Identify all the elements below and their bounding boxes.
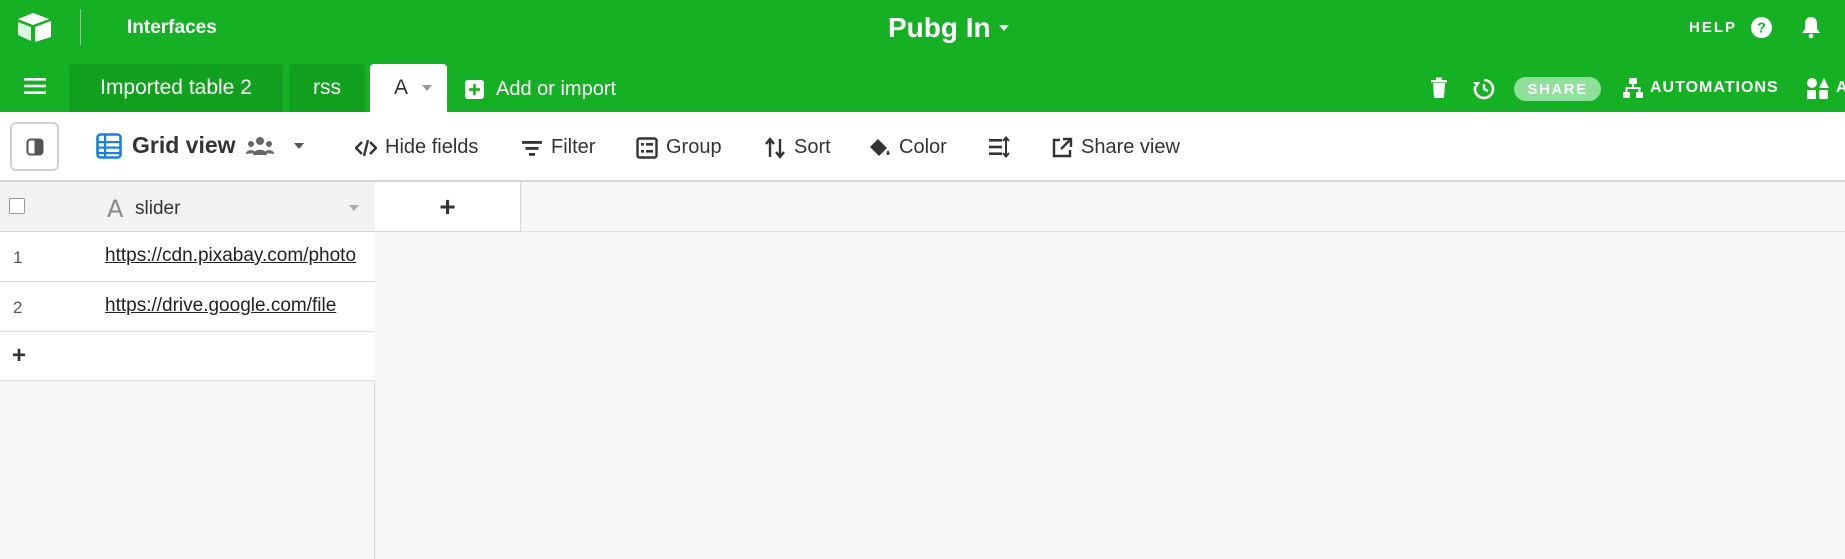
row-height-button[interactable] <box>988 136 1010 158</box>
filter-icon <box>522 140 542 156</box>
hamburger-menu-icon[interactable] <box>24 77 46 95</box>
select-all-checkbox[interactable] <box>9 198 25 214</box>
question-icon[interactable]: ? <box>1750 16 1773 39</box>
view-switcher[interactable]: Grid view <box>96 132 304 159</box>
share-view-icon <box>1052 137 1073 157</box>
automations-icon <box>1623 78 1643 98</box>
text-field-type-icon: A <box>107 195 124 223</box>
color-label: Color <box>899 136 947 158</box>
row-number: 1 <box>13 248 23 267</box>
sidebar-toggle-icon <box>26 138 43 155</box>
filter-button[interactable]: Filter <box>521 136 595 159</box>
add-field-plus: + <box>439 190 456 222</box>
cell-url-link[interactable]: https://drive.google.com/file <box>105 295 367 317</box>
plus-square-icon <box>465 80 484 99</box>
tab-label: A <box>394 76 409 99</box>
cell-url-link[interactable]: https://cdn.pixabay.com/photo <box>105 245 367 267</box>
tab-label: Imported table 2 <box>100 76 252 99</box>
add-row-button[interactable]: + <box>0 332 375 381</box>
apps-icon <box>1807 78 1829 99</box>
color-button[interactable]: Color <box>869 136 947 159</box>
group-label: Group <box>666 136 722 158</box>
collaborative-view-icon <box>245 136 274 155</box>
grid-header-empty <box>521 182 1845 232</box>
sort-label: Sort <box>794 136 831 158</box>
filter-label: Filter <box>551 136 596 158</box>
apps-button[interactable]: A <box>1806 77 1845 99</box>
base-title[interactable]: Pubg In <box>888 12 1009 44</box>
trash-icon[interactable] <box>1430 77 1448 99</box>
interfaces-link[interactable]: Interfaces <box>127 17 217 39</box>
sidebar-toggle-button[interactable] <box>10 122 59 171</box>
share-view-label: Share view <box>1081 136 1180 158</box>
chevron-down-icon <box>998 25 1009 31</box>
table-row[interactable]: 2 https://drive.google.com/file <box>0 282 375 332</box>
share-label: SHARE <box>1527 80 1588 98</box>
add-or-import-label: Add or import <box>496 78 617 100</box>
view-toolbar: Grid view Hide fields Filter Group Sort … <box>0 112 1845 182</box>
share-button[interactable]: SHARE <box>1514 77 1601 101</box>
row-number: 2 <box>13 298 23 317</box>
automations-label: AUTOMATIONS <box>1650 79 1779 96</box>
apps-label: A <box>1836 79 1845 96</box>
share-view-button[interactable]: Share view <box>1051 136 1180 159</box>
chevron-down-icon <box>293 142 304 149</box>
header-divider <box>80 9 81 45</box>
row-height-icon <box>989 136 1010 158</box>
tab-rss[interactable]: rss <box>289 64 365 112</box>
grid-view-icon <box>96 132 122 159</box>
add-row-plus: + <box>12 342 27 369</box>
bell-icon[interactable] <box>1799 15 1823 39</box>
hide-fields-button[interactable]: Hide fields <box>355 136 478 159</box>
top-header: Interfaces Pubg In HELP ? <box>0 0 1845 56</box>
group-button[interactable]: Group <box>636 136 722 159</box>
hide-fields-label: Hide fields <box>385 136 479 158</box>
hide-fields-icon <box>355 139 377 156</box>
add-field-button[interactable]: + <box>375 182 521 232</box>
automations-button[interactable]: AUTOMATIONS <box>1622 77 1779 99</box>
base-title-text: Pubg In <box>888 12 991 43</box>
grid-header-row: A slider <box>0 182 375 232</box>
sort-button[interactable]: Sort <box>764 136 831 159</box>
help-link[interactable]: HELP <box>1689 19 1737 36</box>
chevron-down-icon[interactable] <box>422 85 433 91</box>
group-icon <box>636 136 658 159</box>
tab-label: rss <box>313 76 341 99</box>
svg-text:?: ? <box>1757 20 1766 36</box>
tab-imported-table-2[interactable]: Imported table 2 <box>69 64 283 112</box>
table-row[interactable]: 1 https://cdn.pixabay.com/photo <box>0 232 375 282</box>
paint-bucket-icon <box>870 138 890 156</box>
field-header-slider[interactable]: slider <box>135 198 180 220</box>
sort-icon <box>765 136 785 159</box>
field-menu-chevron-icon[interactable] <box>349 205 359 211</box>
view-name: Grid view <box>132 132 236 158</box>
add-or-import-button[interactable]: Add or import <box>465 78 616 101</box>
airtable-logo-icon[interactable] <box>16 11 54 43</box>
tab-a-active[interactable]: A <box>370 64 447 112</box>
history-icon[interactable] <box>1472 77 1496 101</box>
